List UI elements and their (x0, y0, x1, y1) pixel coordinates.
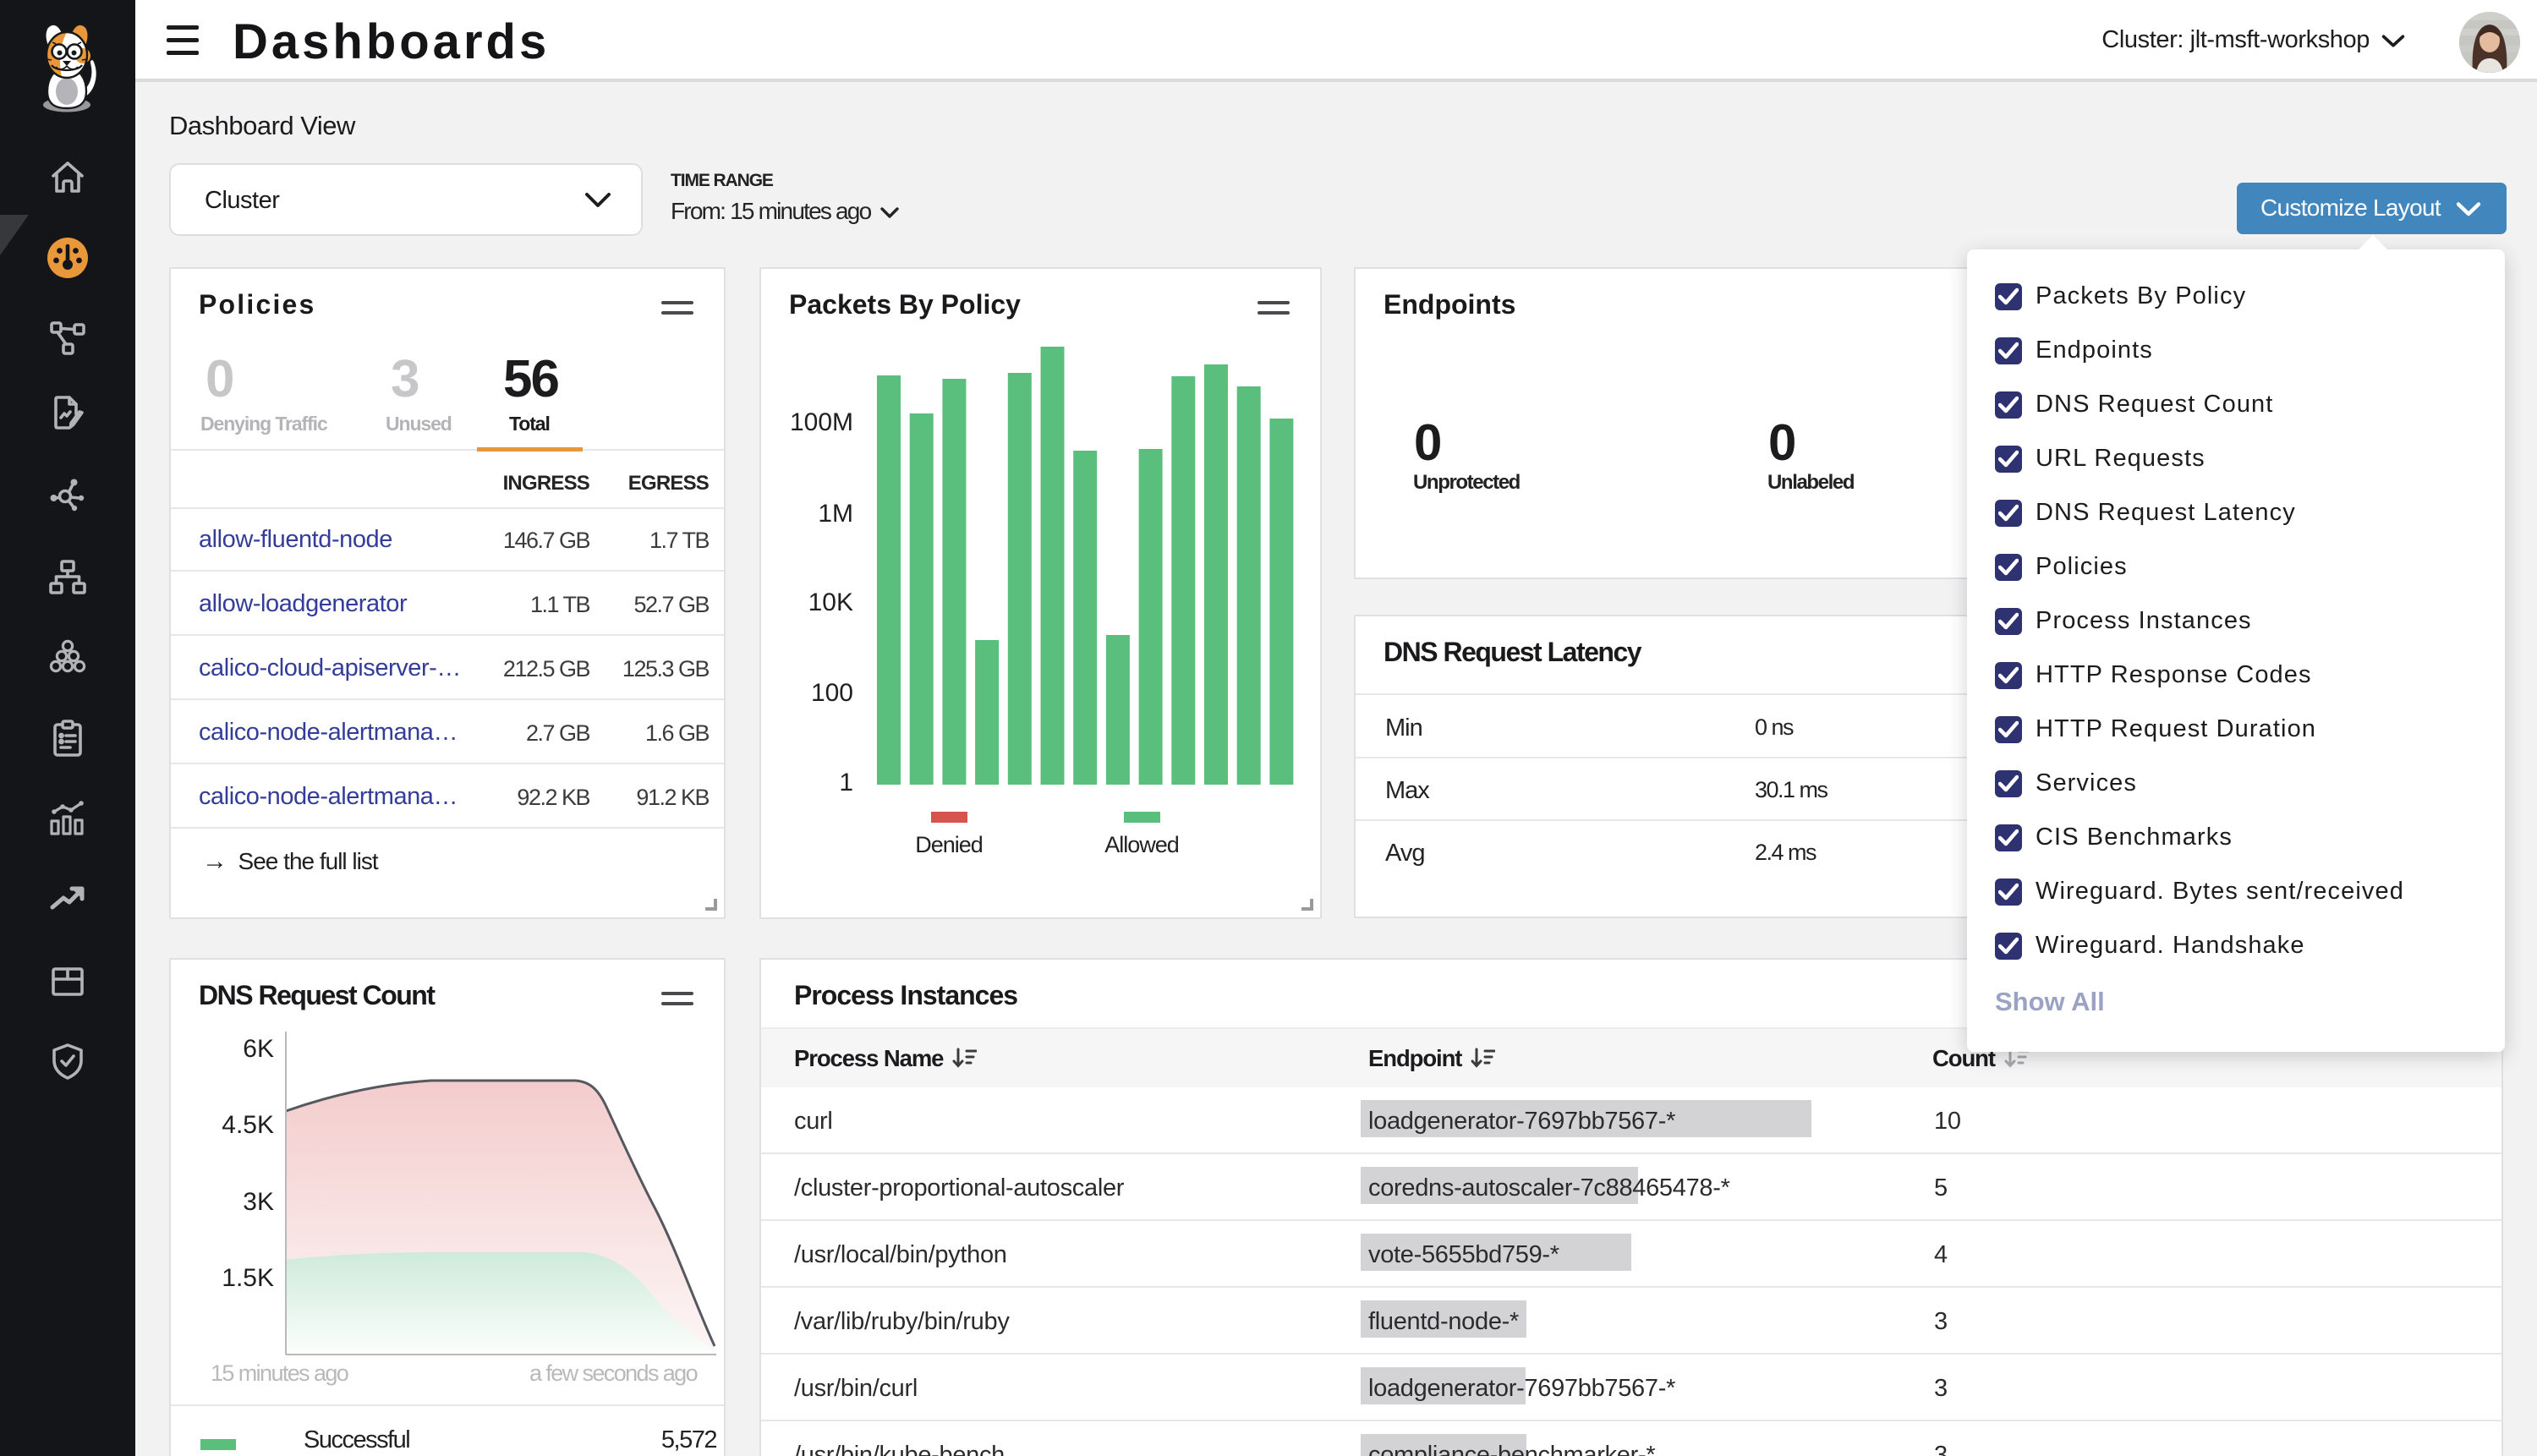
svg-text:1M: 1M (818, 500, 853, 528)
svg-text:100: 100 (811, 679, 853, 707)
svg-text:100M: 100M (790, 408, 853, 436)
svg-text:1.5K: 1.5K (222, 1264, 274, 1292)
svg-text:6K: 6K (243, 1035, 274, 1063)
svg-text:1: 1 (839, 769, 853, 796)
svg-text:3K: 3K (243, 1188, 274, 1216)
svg-text:10K: 10K (808, 588, 853, 616)
svg-text:4.5K: 4.5K (222, 1111, 274, 1139)
